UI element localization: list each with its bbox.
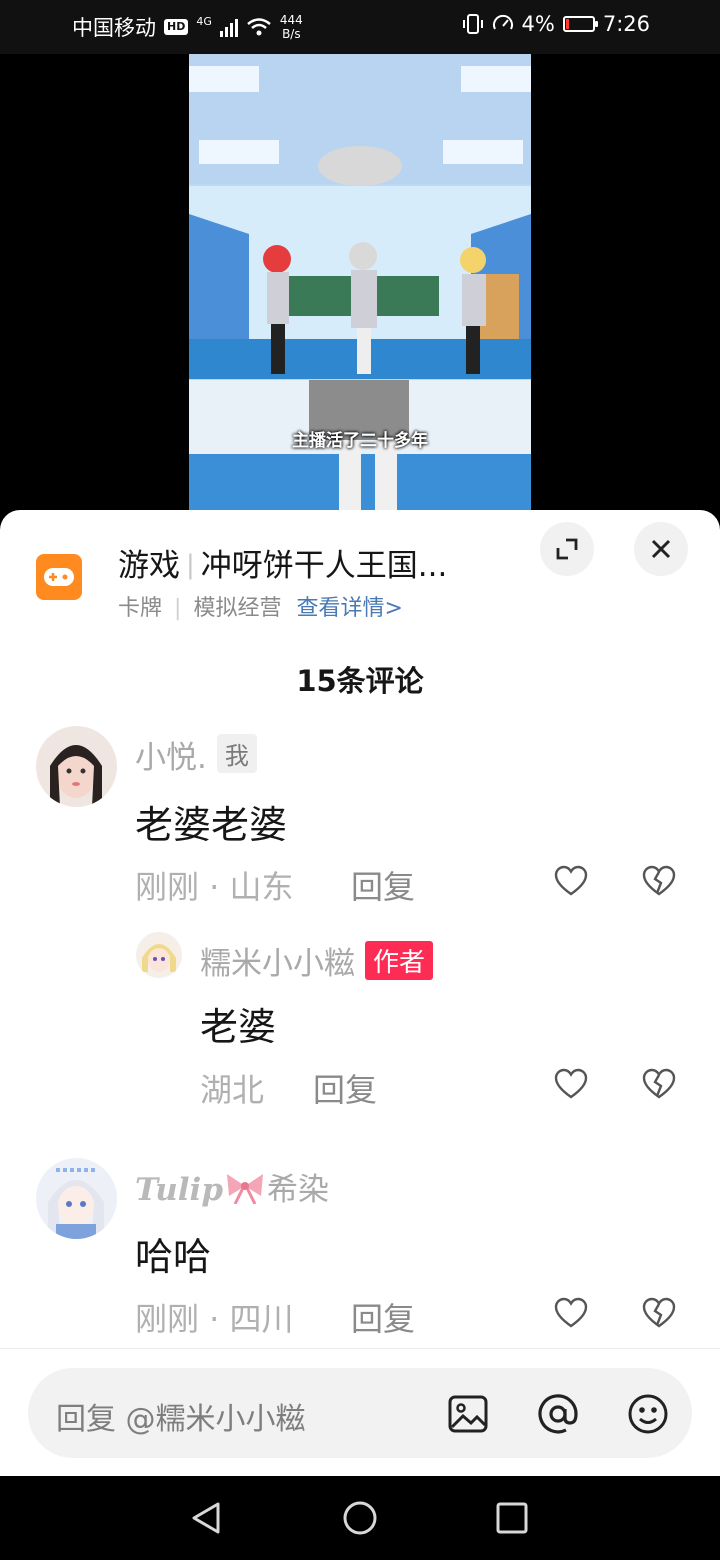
reply-input-placeholder: 回复 @糯米小小糍: [56, 1402, 306, 1437]
author-badge: 作者: [365, 941, 434, 980]
tag-separator: |: [174, 596, 182, 621]
wifi-icon: [247, 18, 271, 36]
avatar[interactable]: [36, 1158, 117, 1239]
broken-heart-icon[interactable]: [642, 1297, 676, 1329]
broken-heart-icon[interactable]: [642, 1068, 676, 1100]
close-button[interactable]: [634, 522, 688, 576]
bow-icon: [227, 1174, 263, 1205]
battery-percent: 4%: [521, 12, 555, 36]
avatar[interactable]: [36, 726, 117, 807]
carrier-label: 中国移动: [72, 16, 156, 40]
comment-text: 老婆老婆: [135, 803, 288, 847]
divider: [0, 1348, 720, 1349]
username-text: 糯米小小糍: [200, 946, 355, 982]
gamepad-icon[interactable]: [36, 554, 82, 600]
game-title: 冲呀饼干人王国...: [200, 548, 448, 584]
comment-username[interactable]: 小悦. 我: [135, 732, 257, 777]
game-title-row[interactable]: 游戏 | 冲呀饼干人王国...: [118, 540, 447, 585]
status-right: 4% 7:26: [462, 12, 650, 36]
emoji-icon[interactable]: [626, 1392, 670, 1436]
username-prefix: Tulip: [135, 1172, 223, 1208]
expand-icon: [556, 538, 578, 560]
heart-icon[interactable]: [554, 1297, 588, 1329]
signal-icon: [219, 17, 238, 37]
username-text: 小悦.: [135, 740, 207, 776]
comment-text: 哈哈: [135, 1235, 212, 1279]
net-speed: 444 B/s: [280, 13, 303, 41]
comment-meta: 刚刚 · 山东: [135, 868, 294, 906]
video-frame-image: [189, 54, 531, 524]
reply-text: 老婆: [200, 1005, 277, 1049]
title-separator: |: [186, 550, 195, 580]
hd-badge: HD: [164, 19, 189, 35]
comment-meta: 刚刚 · 四川: [135, 1300, 294, 1338]
net-speed-unit: B/s: [282, 27, 301, 41]
speedometer-icon: [492, 14, 513, 30]
status-left: 中国移动 HD 4G 444 B/s: [72, 12, 303, 42]
reply-username[interactable]: 糯米小小糍 作者: [200, 938, 434, 983]
game-category: 游戏: [118, 548, 180, 584]
close-icon: [651, 539, 671, 559]
home-circle-icon[interactable]: [340, 1498, 380, 1538]
reply-button[interactable]: 回复: [351, 1294, 415, 1340]
back-triangle-icon[interactable]: [186, 1498, 226, 1538]
expand-button[interactable]: [540, 522, 594, 576]
status-bar: 中国移动 HD 4G 444 B/s 4% 7:26: [0, 0, 720, 54]
net-speed-value: 444: [279, 13, 303, 27]
network-type: 4G: [196, 14, 212, 28]
reply-button[interactable]: 回复: [313, 1065, 377, 1111]
image-icon[interactable]: [446, 1392, 490, 1436]
at-icon[interactable]: [536, 1392, 580, 1436]
system-nav-bar: [0, 1476, 720, 1560]
view-details-link[interactable]: 查看详情>: [296, 596, 402, 621]
reply-button[interactable]: 回复: [351, 862, 415, 908]
reply-input[interactable]: 回复 @糯米小小糍: [28, 1368, 692, 1458]
comment-username[interactable]: Tulip 希染: [135, 1164, 329, 1209]
reply-meta: 湖北: [200, 1071, 265, 1109]
heart-icon[interactable]: [554, 1068, 588, 1100]
game-meta-row: 卡牌 | 模拟经营 查看详情>: [118, 590, 403, 622]
recents-square-icon[interactable]: [492, 1498, 532, 1538]
comment-count: 15条评论: [296, 664, 424, 698]
broken-heart-icon[interactable]: [642, 865, 676, 897]
game-tag: 卡牌: [118, 596, 163, 621]
vibrate-icon: [462, 14, 483, 34]
me-badge: 我: [216, 734, 257, 773]
video-player[interactable]: 主播活了二十多年: [189, 54, 531, 524]
game-tag: 模拟经营: [193, 596, 282, 621]
battery-icon: [562, 16, 598, 32]
heart-icon[interactable]: [554, 865, 588, 897]
username-suffix: 希染: [267, 1172, 329, 1208]
avatar[interactable]: [136, 932, 182, 978]
video-subtitle: 主播活了二十多年: [292, 431, 428, 451]
clock: 7:26: [602, 12, 650, 36]
comment-sheet: 游戏 | 冲呀饼干人王国... 卡牌 | 模拟经营 查看详情> 15条评论 小悦. 我 老…: [0, 510, 720, 1476]
